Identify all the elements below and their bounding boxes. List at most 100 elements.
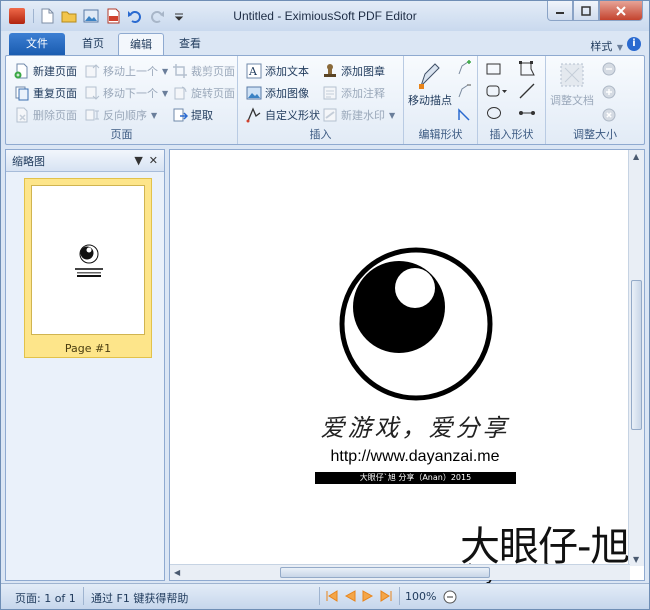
close-icon[interactable]: ✕ <box>149 154 158 167</box>
add-annotation-button[interactable]: 添加注释 <box>322 83 385 103</box>
new-watermark-button[interactable]: 新建水印 ▼ <box>322 105 395 125</box>
previous-page-icon[interactable] <box>343 589 357 603</box>
zoom-reset-icon[interactable] <box>602 108 616 122</box>
add-anchor-icon[interactable] <box>456 60 472 76</box>
horizontal-scroll-thumb[interactable] <box>280 567 490 578</box>
status-bar: 页面: 1 of 1 通过 F1 键获得帮助 100% <box>1 583 649 609</box>
quick-access-toolbar <box>33 7 188 25</box>
duplicate-page-button[interactable]: 重复页面 <box>14 83 77 103</box>
delete-page-button[interactable]: 删除页面 <box>14 105 77 125</box>
add-annotation-label: 添加注释 <box>341 87 385 100</box>
reverse-order-icon <box>85 109 99 121</box>
custom-shape-icon <box>246 107 261 123</box>
banner-text: 大眼仔`旭 分享（Anan）2015 <box>359 473 472 482</box>
custom-shape-label: 自定义形状 <box>265 109 320 122</box>
polygon-shape-icon[interactable] <box>518 60 536 78</box>
horizontal-scrollbar[interactable]: ◀ <box>170 564 630 580</box>
ellipse-shape-icon[interactable] <box>486 106 502 120</box>
redo-icon[interactable] <box>148 7 166 25</box>
scroll-down-icon[interactable]: ▼ <box>633 555 639 564</box>
resize-group: 调整文档 调整大小 <box>546 56 644 144</box>
edit-shape-group: 移动描点 编辑形状 <box>404 56 478 144</box>
rounded-rect-shape-icon[interactable] <box>486 84 508 98</box>
move-down-button[interactable]: 移动下一个 ▼ <box>84 83 168 103</box>
vertical-scroll-thumb[interactable] <box>631 280 642 430</box>
new-file-icon[interactable] <box>38 7 56 25</box>
help-icon[interactable]: i <box>627 37 641 51</box>
first-page-icon[interactable] <box>325 589 339 603</box>
new-page-label: 新建页面 <box>33 65 77 78</box>
add-text-label: 添加文本 <box>265 65 309 78</box>
crop-icon <box>173 64 187 78</box>
logo-pupil <box>353 261 445 353</box>
image-icon[interactable] <box>82 7 100 25</box>
vertical-scrollbar[interactable]: ▲ ▼ <box>628 150 644 566</box>
tab-view[interactable]: 查看 <box>167 33 213 55</box>
move-anchor-button[interactable]: 移动描点 <box>408 60 452 114</box>
page-group-label: 页面 <box>110 128 133 141</box>
new-page-icon <box>14 63 28 79</box>
arrow-line-shape-icon[interactable] <box>518 106 536 120</box>
window-controls <box>547 1 643 21</box>
adjust-document-icon <box>560 63 584 87</box>
scroll-left-icon[interactable]: ◀ <box>174 568 180 577</box>
last-page-icon[interactable] <box>379 589 393 603</box>
customize-dropdown-icon[interactable] <box>170 7 188 25</box>
zoom-in-icon[interactable] <box>602 85 616 99</box>
adjust-document-button[interactable]: 调整文档 <box>550 60 594 114</box>
crop-page-label: 裁剪页面 <box>191 65 235 78</box>
rectangle-shape-icon[interactable] <box>486 62 502 76</box>
add-image-icon <box>246 86 262 100</box>
custom-shape-button[interactable]: 自定义形状▼ <box>246 105 330 125</box>
zoom-level: 100% <box>405 590 437 603</box>
tab-edit[interactable]: 编辑 <box>118 33 164 55</box>
new-page-button[interactable]: 新建页面 <box>14 61 77 81</box>
divider <box>399 587 400 605</box>
maximize-button[interactable] <box>573 1 599 21</box>
stamp-icon <box>324 64 336 77</box>
app-window: Untitled - EximiousSoft PDF Editor 文件 首页… <box>0 0 650 610</box>
chevron-down-icon[interactable]: ▼ <box>134 154 142 167</box>
app-icon[interactable] <box>9 8 25 24</box>
extract-button[interactable]: 提取 <box>172 105 213 125</box>
zoom-out-icon[interactable] <box>443 590 457 604</box>
thumbnail-panel-title: 缩略图 <box>12 154 45 168</box>
document-view[interactable]: 爱游戏，爱分享 http://www.dayanzai.me 大眼仔`旭 分享（… <box>169 149 645 584</box>
zoom-out-icon[interactable] <box>602 62 616 76</box>
scroll-up-icon[interactable]: ▲ <box>633 152 639 161</box>
delete-page-label: 删除页面 <box>33 109 77 122</box>
add-image-button[interactable]: 添加图像 <box>246 83 309 103</box>
thumbnail-page-label: Page #1 <box>64 342 112 355</box>
thumbnail-page-preview <box>31 185 145 335</box>
undo-icon[interactable] <box>126 7 144 25</box>
move-anchor-label: 移动描点 <box>408 94 452 107</box>
tab-home[interactable]: 首页 <box>69 33 117 55</box>
line-shape-icon[interactable] <box>518 82 536 100</box>
crop-page-button[interactable]: 裁剪页面 <box>172 61 235 81</box>
add-text-button[interactable]: A 添加文本 <box>246 61 309 81</box>
next-page-icon[interactable] <box>361 589 375 603</box>
close-button[interactable] <box>599 1 643 21</box>
close-icon <box>616 5 626 16</box>
rotate-icon <box>174 86 187 100</box>
style-menu[interactable]: 样式 ▼ <box>590 38 623 54</box>
add-stamp-button[interactable]: 添加图章 <box>322 61 385 81</box>
page-thumbnail[interactable]: Page #1 <box>24 178 152 358</box>
extract-icon <box>173 108 188 122</box>
tab-file[interactable]: 文件 <box>9 33 65 55</box>
pdf-icon[interactable] <box>104 7 122 25</box>
rotate-page-button[interactable]: 旋转页面 <box>172 83 235 103</box>
remove-anchor-icon[interactable] <box>456 83 472 99</box>
add-image-label: 添加图像 <box>265 87 309 100</box>
open-folder-icon[interactable] <box>60 7 78 25</box>
insert-group-label: 插入 <box>309 128 332 141</box>
reverse-order-button[interactable]: 反向顺序 ▼ <box>84 105 157 125</box>
divider <box>33 9 34 23</box>
move-up-button[interactable]: 移动上一个 ▼ <box>84 61 168 81</box>
convert-anchor-icon[interactable] <box>456 106 472 122</box>
minimize-button[interactable] <box>547 1 573 21</box>
add-text-icon: A <box>246 63 262 79</box>
pen-anchor-icon <box>419 63 440 89</box>
thumbnail-panel: 缩略图 ▼ ✕ Page #1 <box>5 149 165 581</box>
title-bar: Untitled - EximiousSoft PDF Editor <box>1 1 649 31</box>
